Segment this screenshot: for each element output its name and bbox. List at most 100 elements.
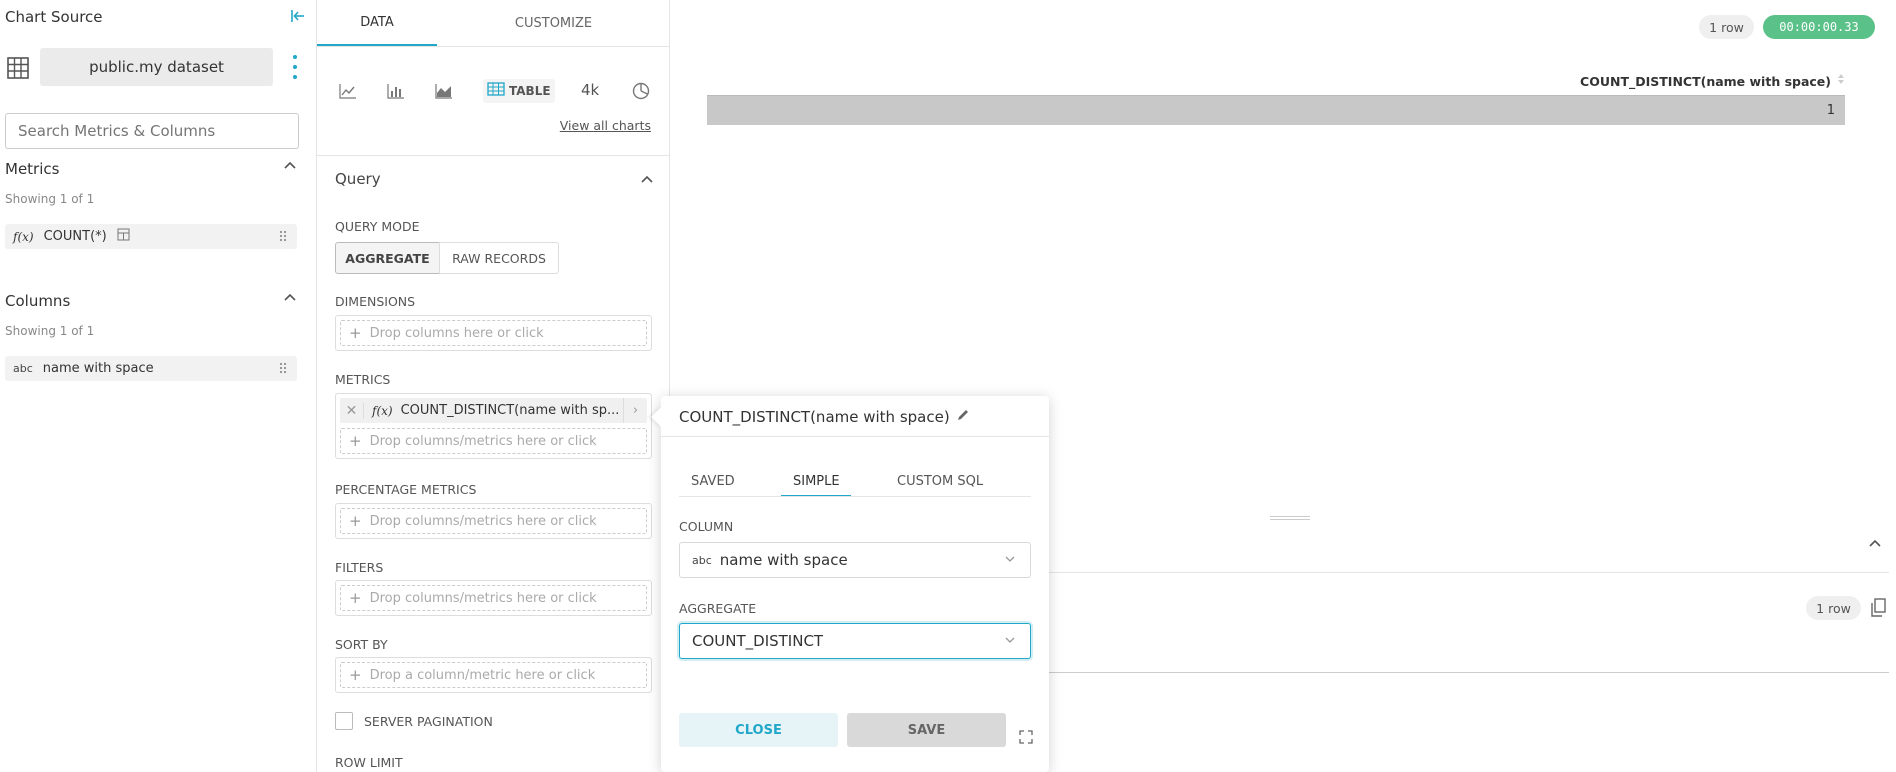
panel-title: Chart Source	[5, 8, 103, 26]
row-count-badge: 1 row	[1806, 596, 1861, 620]
aggregate-mode-button[interactable]: AGGREGATE	[335, 242, 440, 274]
table-header-row: COUNT_DISTINCT(name with space)	[707, 70, 1845, 92]
drag-handle-icon[interactable]	[279, 362, 287, 375]
metric-edit-popover: COUNT_DISTINCT(name with space) SAVED SI…	[651, 396, 1049, 772]
collapse-panel-icon[interactable]	[290, 8, 306, 28]
tab-customize[interactable]: CUSTOMIZE	[437, 0, 670, 46]
chevron-down-icon	[1004, 634, 1016, 650]
plus-icon: +	[349, 589, 362, 607]
dataset-table-icon	[7, 57, 29, 83]
plus-icon: +	[349, 432, 362, 450]
tabs-divider	[317, 46, 670, 47]
server-pagination-label: SERVER PAGINATION	[364, 714, 493, 729]
dropzone-text: Drop columns/metrics here or click	[369, 513, 597, 529]
aggregate-select-value: COUNT_DISTINCT	[692, 632, 824, 650]
query-collapse-icon[interactable]	[640, 172, 654, 190]
row-count-badge: 1 row	[1699, 15, 1754, 39]
tab-simple[interactable]: SIMPLE	[793, 466, 840, 496]
sort-by-label: SORT BY	[335, 637, 388, 652]
aggregate-label: AGGREGATE	[679, 601, 757, 616]
server-pagination-checkbox[interactable]	[335, 712, 353, 730]
chevron-down-icon	[1004, 553, 1016, 569]
column-header[interactable]: COUNT_DISTINCT(name with space)	[1580, 74, 1831, 89]
column-item[interactable]: abc name with space	[5, 356, 297, 381]
row-limit-label: ROW LIMIT	[335, 755, 403, 770]
table-icon	[487, 82, 505, 100]
metric-item[interactable]: f(x) COUNT(*)	[5, 224, 297, 249]
save-button[interactable]: SAVE	[847, 713, 1006, 747]
plus-icon: +	[349, 512, 362, 530]
dataset-selector[interactable]: public.my dataset	[40, 48, 273, 86]
dropzone-text: Drop columns/metrics here or click	[369, 433, 597, 449]
expand-icon[interactable]	[1019, 730, 1033, 748]
column-select-value: name with space	[719, 551, 848, 569]
dropzone-text: Drop columns here or click	[369, 325, 544, 341]
dimensions-label: DIMENSIONS	[335, 294, 416, 309]
divider	[1049, 572, 1889, 573]
calculator-icon	[117, 228, 130, 245]
raw-records-mode-button[interactable]: RAW RECORDS	[439, 242, 559, 274]
remove-metric-icon[interactable]: ✕	[340, 402, 364, 419]
chevron-right-icon[interactable]: ›	[623, 398, 647, 423]
plus-icon: +	[349, 324, 362, 342]
metric-chip[interactable]: ✕ f(x) COUNT_DISTINCT(name with sp... ›	[340, 398, 647, 423]
metric-chip-label: COUNT_DISTINCT(name with sp...	[400, 403, 620, 418]
area-chart-icon[interactable]	[433, 80, 455, 102]
pie-chart-icon[interactable]	[630, 80, 652, 102]
column-select[interactable]: abc name with space	[679, 542, 1031, 578]
column-label: COLUMN	[679, 519, 734, 534]
resize-handle-icon[interactable]	[1270, 516, 1310, 520]
metrics-add-dropzone[interactable]: + Drop columns/metrics here or click	[340, 428, 647, 454]
metrics-section-title: Metrics	[5, 160, 60, 178]
pencil-icon[interactable]	[956, 408, 970, 426]
results-collapse-icon[interactable]	[1868, 536, 1882, 554]
big-number-chart-button[interactable]: 4k	[581, 81, 599, 99]
metrics-collapse-icon[interactable]	[283, 158, 297, 176]
copy-icon[interactable]	[1870, 598, 1886, 621]
drag-handle-icon[interactable]	[279, 230, 287, 243]
filters-label: FILTERS	[335, 560, 384, 575]
line-chart-icon[interactable]	[337, 80, 359, 102]
function-icon: f(x)	[372, 403, 393, 418]
data-panel: DATA CUSTOMIZE TABLE 4k View all charts …	[317, 0, 670, 772]
columns-section-title: Columns	[5, 292, 71, 310]
chart-source-panel: Chart Source public.my dataset Metrics S…	[0, 0, 317, 772]
table-row: 1	[707, 95, 1845, 125]
dropzone-text: Drop columns/metrics here or click	[369, 590, 597, 606]
sort-by-dropzone[interactable]: + Drop a column/metric here or click	[335, 657, 652, 693]
divider	[661, 436, 1049, 437]
query-section-title: Query	[335, 170, 381, 188]
tab-saved[interactable]: SAVED	[691, 466, 735, 496]
percentage-metrics-label: PERCENTAGE METRICS	[335, 482, 477, 497]
plus-icon: +	[349, 666, 362, 684]
divider	[1049, 672, 1889, 673]
search-metrics-input[interactable]	[5, 113, 299, 149]
sort-icon[interactable]	[1837, 73, 1845, 89]
close-button[interactable]: CLOSE	[679, 713, 838, 747]
percentage-metrics-dropzone[interactable]: + Drop columns/metrics here or click	[335, 503, 652, 539]
tab-data[interactable]: DATA	[317, 0, 437, 46]
tab-custom-sql[interactable]: CUSTOM SQL	[897, 466, 983, 496]
metrics-count: Showing 1 of 1	[5, 192, 95, 206]
filters-dropzone[interactable]: + Drop columns/metrics here or click	[335, 580, 652, 616]
dimensions-dropzone[interactable]: + Drop columns here or click	[335, 315, 652, 351]
aggregate-select[interactable]: COUNT_DISTINCT	[679, 623, 1031, 659]
metrics-dropzone: ✕ f(x) COUNT_DISTINCT(name with sp... › …	[335, 393, 652, 459]
metric-title: COUNT_DISTINCT(name with space)	[679, 408, 950, 426]
dataset-menu-icon[interactable]	[289, 55, 301, 79]
query-mode-label: QUERY MODE	[335, 219, 420, 234]
metric-item-label: COUNT(*)	[43, 229, 107, 244]
bar-chart-icon[interactable]	[385, 80, 407, 102]
columns-count: Showing 1 of 1	[5, 324, 95, 338]
columns-collapse-icon[interactable]	[283, 290, 297, 308]
popover-title[interactable]: COUNT_DISTINCT(name with space)	[679, 407, 970, 427]
string-type-icon: abc	[13, 362, 33, 375]
metrics-label: METRICS	[335, 372, 391, 387]
divider	[679, 496, 1031, 497]
string-type-icon: abc	[692, 553, 712, 567]
query-timer-badge: 00:00:00.33	[1763, 15, 1875, 39]
dropzone-text: Drop a column/metric here or click	[369, 667, 596, 683]
table-chart-button[interactable]: TABLE	[483, 79, 555, 103]
view-all-charts-link[interactable]: View all charts	[560, 118, 651, 133]
function-icon: f(x)	[13, 229, 34, 244]
